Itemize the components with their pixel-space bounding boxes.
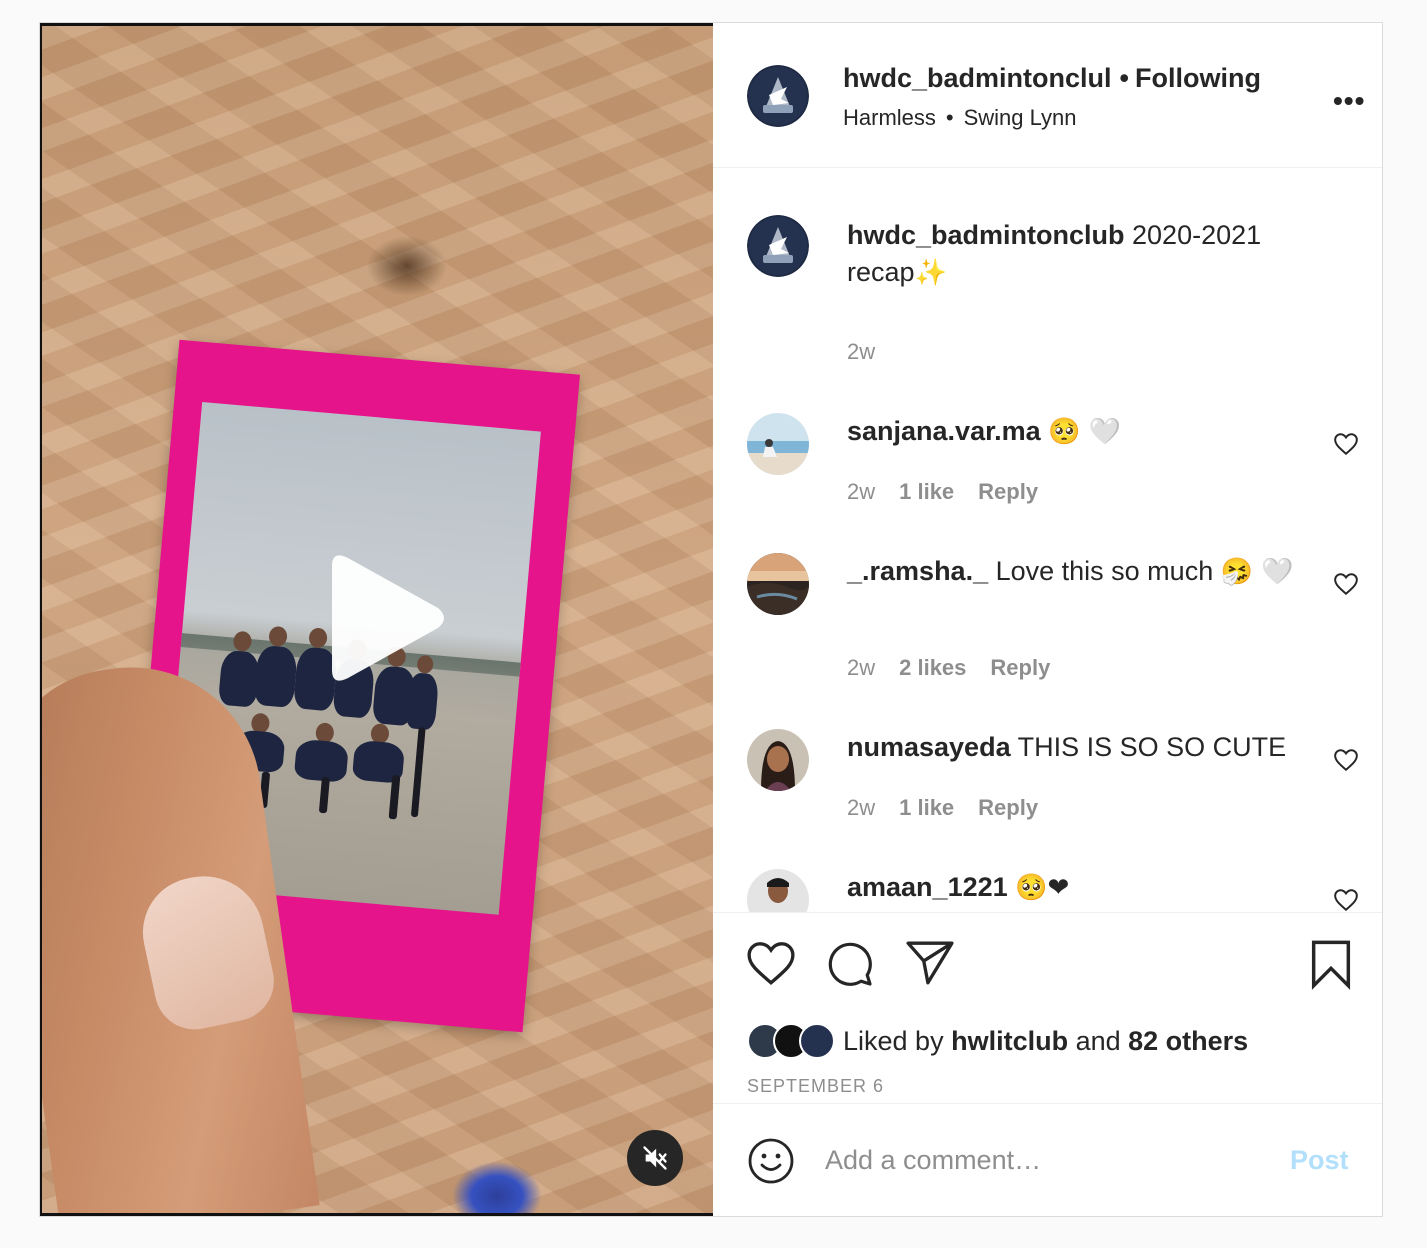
liked-by-row: Liked by hwlitclub and 82 others <box>747 1021 1248 1061</box>
bookmark-icon[interactable] <box>1309 938 1353 990</box>
heart-icon[interactable] <box>1333 571 1359 597</box>
user-avatar[interactable] <box>747 729 809 791</box>
comment-username[interactable]: amaan_1221 <box>847 872 1008 902</box>
comment-emoji: 🥺❤ <box>1015 873 1070 903</box>
comment-text: Love this so much <box>988 556 1221 586</box>
post-actions: Liked by hwlitclub and 82 others SEPTEMB… <box>713 914 1382 1104</box>
heart-icon[interactable] <box>1333 747 1359 773</box>
post-date[interactable]: SEPTEMBER 6 <box>747 1076 884 1097</box>
reply-button[interactable]: Reply <box>978 479 1038 504</box>
comment-likes[interactable]: 1 like <box>899 795 954 820</box>
hawks-logo-avatar[interactable] <box>747 215 809 277</box>
comment-emoji: 🤧 🤍 <box>1220 557 1294 587</box>
comment-time[interactable]: 2w <box>847 795 875 820</box>
comment-text: THIS IS SO SO CUTE <box>1010 732 1287 762</box>
more-options-button[interactable]: ••• <box>1333 85 1365 117</box>
reply-button[interactable]: Reply <box>990 655 1050 680</box>
comments-list[interactable]: hwdc_badmintonclub 2020-2021 recap✨ 2w s… <box>713 169 1382 913</box>
post-header: hwdc_badmintonclul • Following Harmless • Sw… <box>713 23 1382 168</box>
comment-emoji: 🥺 🤍 <box>1048 417 1122 447</box>
emoji-smiley-icon[interactable] <box>747 1137 795 1185</box>
reply-button[interactable]: Reply <box>978 795 1038 820</box>
comment-likes[interactable]: 2 likes <box>899 655 966 680</box>
add-comment-bar: Post <box>713 1105 1382 1216</box>
user-avatar[interactable] <box>747 413 809 475</box>
comment-username[interactable]: _.ramsha._ <box>847 556 988 586</box>
post-side-panel: hwdc_badmintonclul • Following Harmless • Sw… <box>713 23 1382 1216</box>
audio-artist[interactable]: Harmless <box>843 105 936 130</box>
play-button[interactable] <box>320 548 450 688</box>
like-heart-icon[interactable] <box>746 940 796 986</box>
comment-bubble-icon[interactable] <box>826 940 874 988</box>
comment-time[interactable]: 2w <box>847 655 875 680</box>
likes-count[interactable]: 82 others <box>1128 1026 1248 1056</box>
header-username-row: hwdc_badmintonclul • Following <box>843 63 1261 94</box>
play-icon <box>332 555 444 681</box>
comment-username[interactable]: numasayeda <box>847 732 1011 762</box>
instagram-post: hwdc_badmintonclul • Following Harmless • Sw… <box>39 22 1383 1217</box>
heart-icon[interactable] <box>1333 431 1359 457</box>
audio-track[interactable]: Swing Lynn <box>964 105 1077 130</box>
separator-dot: • <box>945 105 954 130</box>
header-username[interactable]: hwdc_badmintonclul <box>843 63 1112 93</box>
caption-time[interactable]: 2w <box>847 339 875 364</box>
user-avatar[interactable] <box>747 869 809 913</box>
user-avatar[interactable] <box>747 553 809 615</box>
speaker-muted-icon <box>643 1146 667 1170</box>
heart-icon[interactable] <box>1333 887 1359 913</box>
separator-dot: • <box>1119 63 1129 93</box>
liked-by-user[interactable]: hwlitclub <box>951 1026 1068 1056</box>
mute-button[interactable] <box>627 1130 683 1186</box>
share-paper-plane-icon[interactable] <box>905 940 955 986</box>
liker-avatar[interactable] <box>799 1023 835 1059</box>
comment-time[interactable]: 2w <box>847 479 875 504</box>
comment-input[interactable] <box>825 1135 1265 1185</box>
audio-info: Harmless • Swing Lynn <box>843 105 1077 131</box>
hawks-logo-avatar[interactable] <box>747 65 809 127</box>
caption-username[interactable]: hwdc_badmintonclub <box>847 220 1125 250</box>
following-button[interactable]: Following <box>1135 63 1261 93</box>
caption-emoji: ✨ <box>914 258 947 288</box>
comment-username[interactable]: sanjana.var.ma <box>847 416 1041 446</box>
video-player[interactable] <box>40 23 713 1216</box>
comment-likes[interactable]: 1 like <box>899 479 954 504</box>
post-comment-button[interactable]: Post <box>1290 1145 1349 1176</box>
